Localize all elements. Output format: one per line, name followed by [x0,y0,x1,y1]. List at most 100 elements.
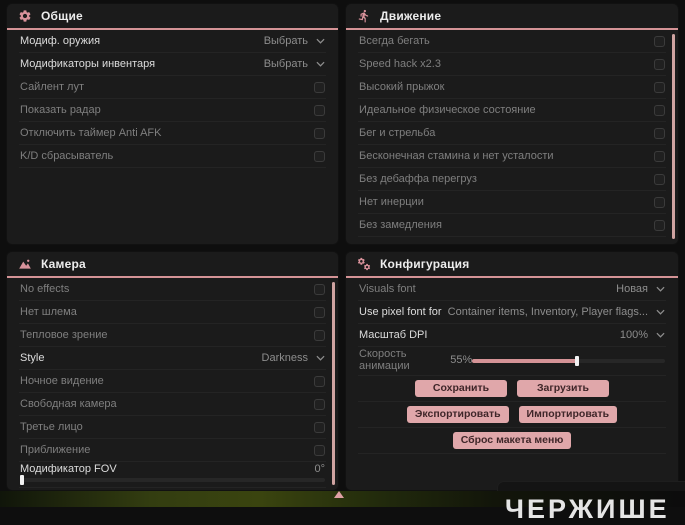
checkbox[interactable] [654,81,665,93]
slider-value: 55% [450,354,473,366]
row-label: Показать радар [20,104,101,116]
checkbox[interactable] [314,104,325,116]
row-checkbox: Бесконечная стамина и нет усталости [358,145,666,168]
checkbox[interactable] [314,421,325,433]
row-slider: Модификатор FOV 0° [19,462,326,488]
row-label: Style [20,352,45,364]
checkbox[interactable] [654,196,665,208]
slider-track[interactable] [472,355,665,366]
import-button[interactable]: Импортировать [518,406,618,423]
checkbox[interactable] [654,58,665,70]
panel-config-header[interactable]: Конфигурация [346,252,678,278]
dropdown-value: Выбрать [263,58,308,70]
checkbox[interactable] [314,398,325,410]
button-row: Экспортировать Импортировать [358,402,666,428]
checkbox[interactable] [314,127,325,139]
export-button[interactable]: Экспортировать [406,406,509,423]
panel-camera-rows: No effects Нет шлема Тепловое зрение Style D… [7,278,338,488]
panel-camera-header[interactable]: Камера [7,252,338,278]
row-label: Всегда бегать [359,35,430,47]
row-checkbox: No effects [19,278,326,301]
checkbox[interactable] [654,104,665,116]
row-checkbox: Свободная камера [19,393,326,416]
panel-movement-header[interactable]: Движение [346,4,678,30]
panel-title: Движение [380,9,442,23]
button-row: Сброс макета меню [358,428,666,454]
checkbox[interactable] [314,150,325,162]
panel-general-header[interactable]: Общие [7,4,338,30]
save-button[interactable]: Сохранить [415,380,507,397]
scrollbar[interactable] [672,34,675,239]
scrollbar[interactable] [332,282,335,485]
row-checkbox: Приближение [19,439,326,462]
checkbox[interactable] [654,173,665,185]
dropdown[interactable]: Выбрать [264,35,325,47]
row-label: Масштаб DPI [359,329,428,341]
row-label: Бег и стрельба [359,127,436,139]
panel-general-rows: Модиф. оружия Выбрать Модификаторы инвента… [7,30,338,168]
checkbox[interactable] [314,444,325,456]
row-label: Без замедления [359,219,442,231]
checkbox[interactable] [314,375,325,387]
panel-config-rows: Visuals font Новая Use pixel font for Conta… [346,278,678,454]
dropdown[interactable]: Darkness [262,352,325,364]
row-select: Модиф. оружия Выбрать [19,30,326,53]
slider-handle[interactable] [575,355,580,366]
dropdown[interactable]: Container items, Inventory, Player flags… [448,306,665,318]
slider-fill [472,358,579,363]
checkbox[interactable] [314,283,325,295]
checkbox[interactable] [654,150,665,162]
row-select: Use pixel font for Container items, Inven… [358,301,666,324]
panel-movement-rows: Всегда бегать Speed hack x2.3 Высокий прыж… [346,30,678,237]
checkbox[interactable] [654,127,665,139]
panel-general: Общие Модиф. оружия Выбрать Модификаторы и… [7,4,338,244]
checkbox[interactable] [314,306,325,318]
chevron-down-icon [316,61,325,67]
row-checkbox: Speed hack x2.3 [358,53,666,76]
row-label: Тепловое зрение [20,329,108,341]
panel-title: Конфигурация [380,257,470,271]
reset-menu-layout-button[interactable]: Сброс макета меню [452,432,572,449]
button-row: Сохранить Загрузить [358,376,666,402]
image-icon [18,257,32,271]
chevron-down-icon [656,332,665,338]
row-label: Модификатор FOV [20,463,117,475]
row-checkbox: Сайлент лут [19,76,326,99]
chevron-down-icon [316,355,325,361]
checkbox[interactable] [654,219,665,231]
row-label: Бесконечная стамина и нет усталости [359,150,554,162]
chevron-down-icon [656,286,665,292]
gears-icon [357,257,371,271]
row-label: Модификаторы инвентаря [20,58,156,70]
row-label: Visuals font [359,283,416,295]
row-label: Отключить таймер Anti AFK [20,127,162,139]
row-label: Модиф. оружия [20,35,101,47]
row-label: Нет шлема [20,306,77,318]
row-checkbox: Без замедления [358,214,666,237]
row-select: Style Darkness [19,347,326,370]
row-label: Третье лицо [20,421,83,433]
row-select: Модификаторы инвентаря Выбрать [19,53,326,76]
slider-track[interactable] [20,475,325,485]
dropdown[interactable]: 100% [620,329,665,341]
checkbox[interactable] [314,329,325,341]
runner-icon [357,9,371,23]
slider-handle[interactable] [20,475,24,485]
pointer-triangle-icon [334,491,344,498]
row-checkbox: Третье лицо [19,416,326,439]
chevron-down-icon [316,38,325,44]
cheat-menu: Общие Модиф. оружия Выбрать Модификаторы и… [7,4,678,490]
dropdown-value: Выбрать [263,35,308,47]
panel-config: Конфигурация Visuals font Новая Use pixel … [346,252,678,490]
row-slider: Скорость анимации 55% [358,347,666,376]
dropdown[interactable]: Выбрать [264,58,325,70]
load-button[interactable]: Загрузить [517,380,609,397]
row-checkbox: Ночное видение [19,370,326,393]
row-label: Ночное видение [20,375,104,387]
row-label: Идеальное физическое состояние [359,104,536,116]
dropdown[interactable]: Новая [616,283,665,295]
dropdown-value: Container items, Inventory, Player flags… [447,306,648,318]
checkbox[interactable] [314,81,325,93]
row-label: K/D сбрасыватель [20,150,114,162]
checkbox[interactable] [654,35,665,47]
